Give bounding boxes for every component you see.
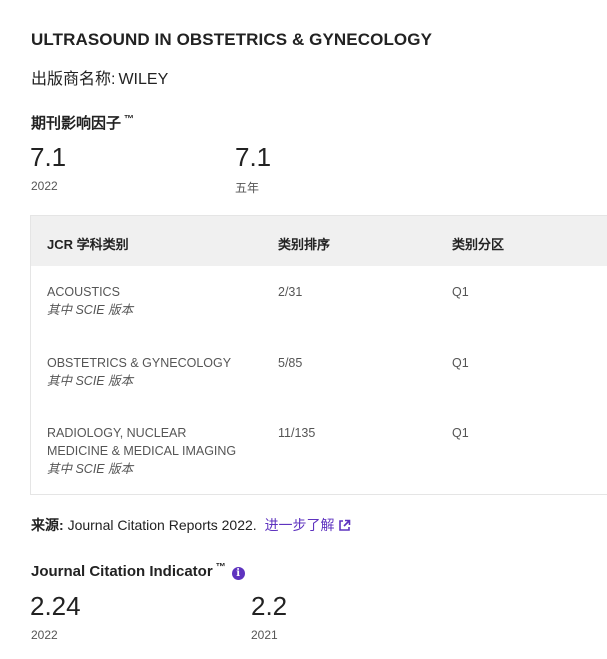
publisher-name: WILEY bbox=[118, 71, 169, 88]
journal-title: ULTRASOUND IN OBSTETRICS & GYNECOLOGY bbox=[31, 30, 433, 49]
impact-factor-value: 7.1 bbox=[30, 142, 67, 172]
category-name: OBSTETRICS & GYNECOLOGY bbox=[47, 356, 232, 370]
table-header: JCR 学科类别 类别排序 类别分区 bbox=[31, 216, 607, 266]
jci-year: 2022 bbox=[31, 628, 58, 642]
impact-factor-title: 期刊影响因子 ™ bbox=[31, 112, 134, 133]
impact-factor-year: 2022 bbox=[31, 179, 58, 193]
quartile-cell: Q1 bbox=[452, 356, 469, 370]
source-label: 来源: bbox=[31, 517, 64, 533]
edition-label: 其中 SCIE 版本 bbox=[47, 303, 134, 317]
edition-label: 其中 SCIE 版本 bbox=[47, 374, 134, 388]
info-icon[interactable]: i bbox=[231, 567, 245, 580]
jci-title: Journal Citation Indicator ™ i bbox=[31, 562, 245, 580]
quartile-cell: Q1 bbox=[452, 285, 469, 299]
publisher: 出版商名称: WILEY bbox=[31, 65, 168, 89]
jci-value: 2.24 bbox=[30, 591, 81, 621]
category-cell: OBSTETRICS & GYNECOLOGY 其中 SCIE 版本 bbox=[47, 354, 247, 390]
category-name: RADIOLOGY, NUCLEAR MEDICINE & MEDICAL IM… bbox=[47, 426, 237, 458]
jcr-category-table: JCR 学科类别 类别排序 类别分区 ACOUSTICS 其中 SCIE 版本 … bbox=[30, 215, 607, 495]
category-cell: RADIOLOGY, NUCLEAR MEDICINE & MEDICAL IM… bbox=[47, 424, 247, 478]
column-header-quartile: 类别分区 bbox=[452, 237, 505, 252]
column-header-rank: 类别排序 bbox=[278, 237, 331, 252]
edition-label: 其中 SCIE 版本 bbox=[47, 462, 134, 476]
trademark-symbol: ™ bbox=[124, 114, 135, 125]
rank-cell: 2/31 bbox=[278, 285, 303, 299]
rank-cell: 5/85 bbox=[278, 356, 303, 370]
category-cell: ACOUSTICS 其中 SCIE 版本 bbox=[47, 283, 247, 319]
column-header-category: JCR 学科类别 bbox=[47, 237, 129, 252]
five-year-label: 五年 bbox=[235, 181, 260, 195]
five-year-impact-factor-value: 7.1 bbox=[235, 142, 272, 172]
quartile-cell: Q1 bbox=[452, 426, 469, 440]
impact-factor-title-text: 期刊影响因子 bbox=[31, 115, 122, 132]
learn-more-link[interactable]: 进一步了解 bbox=[265, 517, 351, 533]
jci-value: 2.2 bbox=[251, 591, 288, 621]
source-line: 来源: Journal Citation Reports 2022. 进一步了解 bbox=[31, 515, 351, 535]
trademark-symbol: ™ bbox=[215, 562, 226, 573]
external-link-icon[interactable] bbox=[338, 519, 351, 535]
category-name: ACOUSTICS bbox=[47, 285, 120, 299]
rank-cell: 11/135 bbox=[278, 426, 316, 440]
jci-title-text: Journal Citation Indicator bbox=[31, 563, 213, 580]
source-text: Journal Citation Reports 2022. bbox=[67, 517, 257, 533]
publisher-label: 出版商名称: bbox=[31, 71, 116, 88]
jci-year: 2021 bbox=[251, 628, 278, 642]
learn-more-text[interactable]: 进一步了解 bbox=[265, 517, 335, 533]
